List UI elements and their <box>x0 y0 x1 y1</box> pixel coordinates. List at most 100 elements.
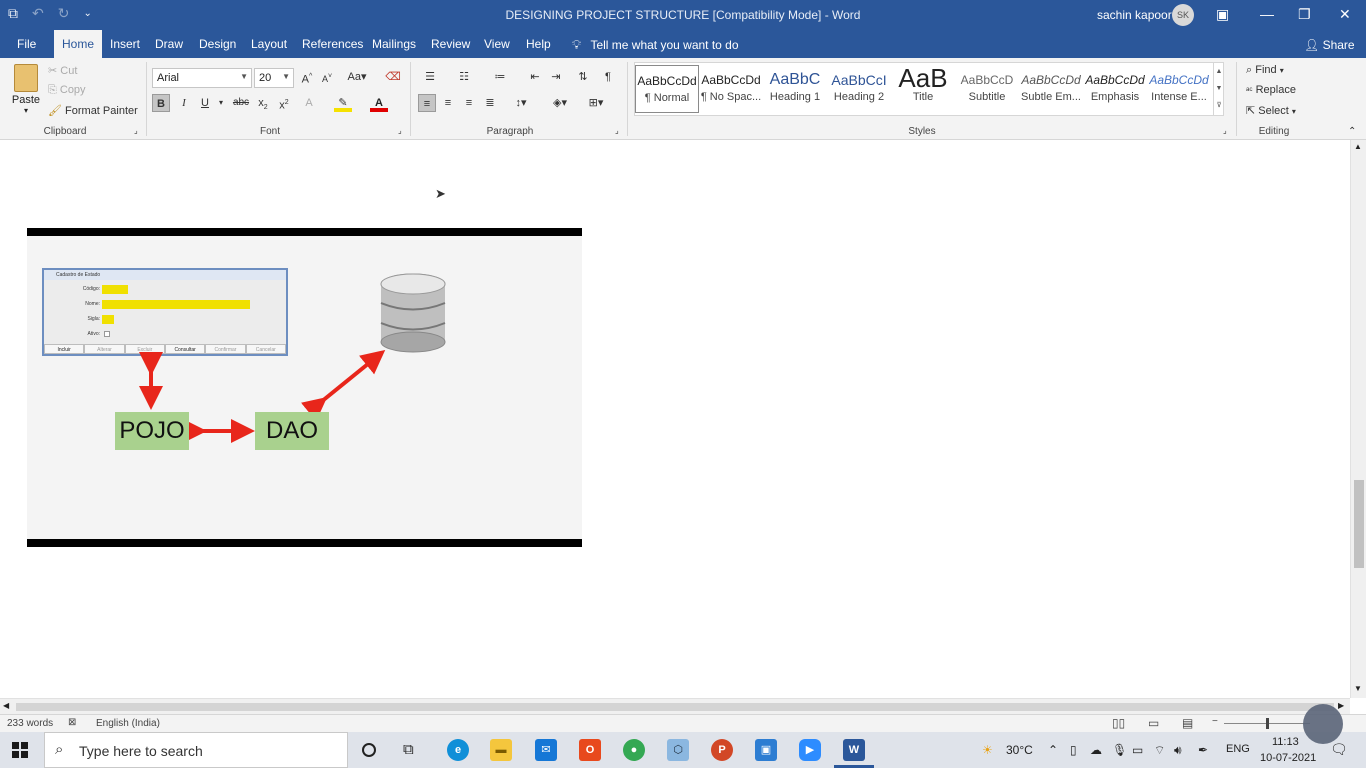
architecture-diagram[interactable]: Cadastro de Estado Código: Nome: Sigla: … <box>27 228 582 547</box>
style-normal[interactable]: AaBbCcDd ¶ Normal <box>635 65 699 113</box>
ribbon-display-icon[interactable]: ▣ <box>1216 6 1229 23</box>
taskbar-search[interactable]: ⌕ Type here to search <box>44 732 348 768</box>
user-name[interactable]: sachin kapoor <box>1097 8 1172 22</box>
powerpoint-icon[interactable]: P <box>711 739 733 761</box>
horizontal-scrollbar[interactable]: ◀ ▶ <box>0 698 1350 714</box>
language-indicator[interactable]: ENG <box>1226 743 1250 755</box>
print-layout-icon[interactable]: ▭ <box>1148 716 1159 730</box>
chrome-icon[interactable]: ● <box>623 739 645 761</box>
font-family-select[interactable]: Arial ▼ <box>152 68 252 88</box>
tab-home[interactable]: Home <box>54 30 103 58</box>
cut-button[interactable]: ✂ Cut <box>48 64 77 77</box>
restore-icon[interactable]: ❐ <box>1298 6 1311 23</box>
wifi-icon[interactable]: ⌔ <box>1154 743 1165 758</box>
zoom-out-icon[interactable]: − <box>1212 716 1218 727</box>
line-spacing-icon[interactable]: ↕▾ <box>508 94 534 112</box>
battery-icon[interactable]: ▭ <box>1132 743 1143 757</box>
language-status[interactable]: English (India) <box>96 718 160 729</box>
sort-icon[interactable]: ⇅ <box>574 68 592 86</box>
zoom-slider-thumb[interactable] <box>1266 718 1269 729</box>
justify-icon[interactable]: ≣ <box>481 94 499 112</box>
bold-icon[interactable]: B <box>152 94 170 112</box>
notifications-icon[interactable]: 🗨︎ <box>1330 741 1348 758</box>
cloud-icon[interactable]: ☁ <box>1090 743 1102 757</box>
grow-font-icon[interactable]: A^ <box>298 68 316 86</box>
clock-time[interactable]: 11:13 <box>1272 736 1299 748</box>
tab-help[interactable]: Help <box>518 30 559 58</box>
style-emphasis[interactable]: AaBbCcDd Emphasis <box>1083 65 1147 113</box>
font-color-icon[interactable]: A <box>370 94 388 112</box>
scroll-up-icon[interactable]: ▲ <box>1354 142 1362 151</box>
word-count[interactable]: 233 words <box>7 718 53 729</box>
style-subtle-emphasis[interactable]: AaBbCcDd Subtle Em... <box>1019 65 1083 113</box>
share-button[interactable]: 👤︎ Share <box>1304 38 1355 52</box>
numbering-icon[interactable]: ☷ <box>452 68 476 86</box>
bullets-icon[interactable]: ☰ <box>418 68 442 86</box>
find-button[interactable]: ⌕ Find ▾ <box>1246 64 1284 77</box>
remote-desktop-icon[interactable]: ▣ <box>755 739 777 761</box>
pilcrow-icon[interactable]: ¶ <box>599 68 617 86</box>
highlight-icon[interactable]: ✎ <box>334 94 352 112</box>
italic-icon[interactable]: I <box>175 94 193 112</box>
change-case-icon[interactable]: Aa▾ <box>344 68 370 86</box>
scroll-down-icon[interactable]: ▼ <box>1354 684 1362 693</box>
text-effects-icon[interactable]: A <box>300 94 318 112</box>
style-title[interactable]: AaB Title <box>891 65 955 113</box>
strikethrough-icon[interactable]: abc <box>230 94 252 112</box>
dialog-launcher-icon[interactable]: ⌟ <box>134 126 138 135</box>
read-mode-icon[interactable]: ▯▯ <box>1112 716 1125 730</box>
format-painter-button[interactable]: 🖌︎ Format Painter <box>48 104 138 117</box>
style-subtitle[interactable]: AaBbCcD Subtitle <box>955 65 1019 113</box>
chevron-down-icon[interactable]: ▾ <box>212 94 230 112</box>
tab-design[interactable]: Design <box>191 30 244 58</box>
chevron-up-icon[interactable]: ⌃ <box>1048 743 1058 757</box>
superscript-icon[interactable]: x2 <box>275 94 293 112</box>
tab-draw[interactable]: Draw <box>147 30 191 58</box>
tab-review[interactable]: Review <box>423 30 478 58</box>
style-no-spacing[interactable]: AaBbCcDd ¶ No Spac... <box>699 65 763 113</box>
close-icon[interactable]: ✕ <box>1339 6 1351 23</box>
minimize-icon[interactable]: — <box>1260 6 1274 22</box>
vertical-scrollbar[interactable]: ▲ ▼ <box>1350 140 1366 698</box>
volume-icon[interactable]: 🔊︎ <box>1174 743 1182 758</box>
align-right-icon[interactable]: ≡ <box>460 94 478 112</box>
windows-start-icon[interactable] <box>12 742 28 758</box>
weather-icon[interactable]: ☀ <box>982 743 993 757</box>
scroll-thumb[interactable] <box>16 703 1334 711</box>
collapse-ribbon-icon[interactable]: ⌃ <box>1348 126 1356 137</box>
tab-insert[interactable]: Insert <box>102 30 148 58</box>
scroll-left-icon[interactable]: ◀ <box>3 701 9 710</box>
subscript-icon[interactable]: x2 <box>254 94 272 112</box>
tab-view[interactable]: View <box>476 30 518 58</box>
dialog-launcher-icon[interactable]: ⌟ <box>1223 126 1227 135</box>
font-size-select[interactable]: 20 ▼ <box>254 68 294 88</box>
zoom-app-icon[interactable]: ▶ <box>799 739 821 761</box>
gallery-scroll[interactable]: ▲ ▼ ⊽ <box>1213 63 1224 115</box>
word-icon[interactable]: W <box>843 739 865 761</box>
decrease-indent-icon[interactable]: ⇤ <box>526 68 544 86</box>
multilevel-list-icon[interactable]: ≔ <box>488 68 512 86</box>
shrink-font-icon[interactable]: A˅ <box>318 68 336 86</box>
3d-viewer-icon[interactable]: ⬡ <box>667 739 689 761</box>
tab-layout[interactable]: Layout <box>243 30 295 58</box>
paste-button[interactable]: Paste ▾ <box>10 62 42 120</box>
style-heading-1[interactable]: AaBbC Heading 1 <box>763 65 827 113</box>
scroll-thumb[interactable] <box>1354 480 1364 568</box>
increase-indent-icon[interactable]: ⇥ <box>547 68 565 86</box>
tab-file[interactable]: File <box>9 30 44 58</box>
dialog-launcher-icon[interactable]: ⌟ <box>615 126 619 135</box>
office-icon[interactable]: O <box>579 739 601 761</box>
replace-button[interactable]: ᵃᶜ Replace <box>1246 84 1296 96</box>
scroll-right-icon[interactable]: ▶ <box>1338 701 1344 710</box>
avatar[interactable]: SK <box>1172 4 1194 26</box>
dialog-launcher-icon[interactable]: ⌟ <box>398 126 402 135</box>
tab-references[interactable]: References <box>294 30 371 58</box>
cortana-icon[interactable] <box>362 743 376 757</box>
style-intense-emphasis[interactable]: AaBbCcDd Intense E... <box>1147 65 1211 113</box>
clear-formatting-icon[interactable]: ⌫ <box>384 68 402 86</box>
pen-icon[interactable]: ✒ <box>1198 743 1208 757</box>
tab-mailings[interactable]: Mailings <box>364 30 424 58</box>
borders-icon[interactable]: ⊞▾ <box>582 94 610 112</box>
align-left-icon[interactable]: ≡ <box>418 94 436 112</box>
style-heading-2[interactable]: AaBbCcI Heading 2 <box>827 65 891 113</box>
